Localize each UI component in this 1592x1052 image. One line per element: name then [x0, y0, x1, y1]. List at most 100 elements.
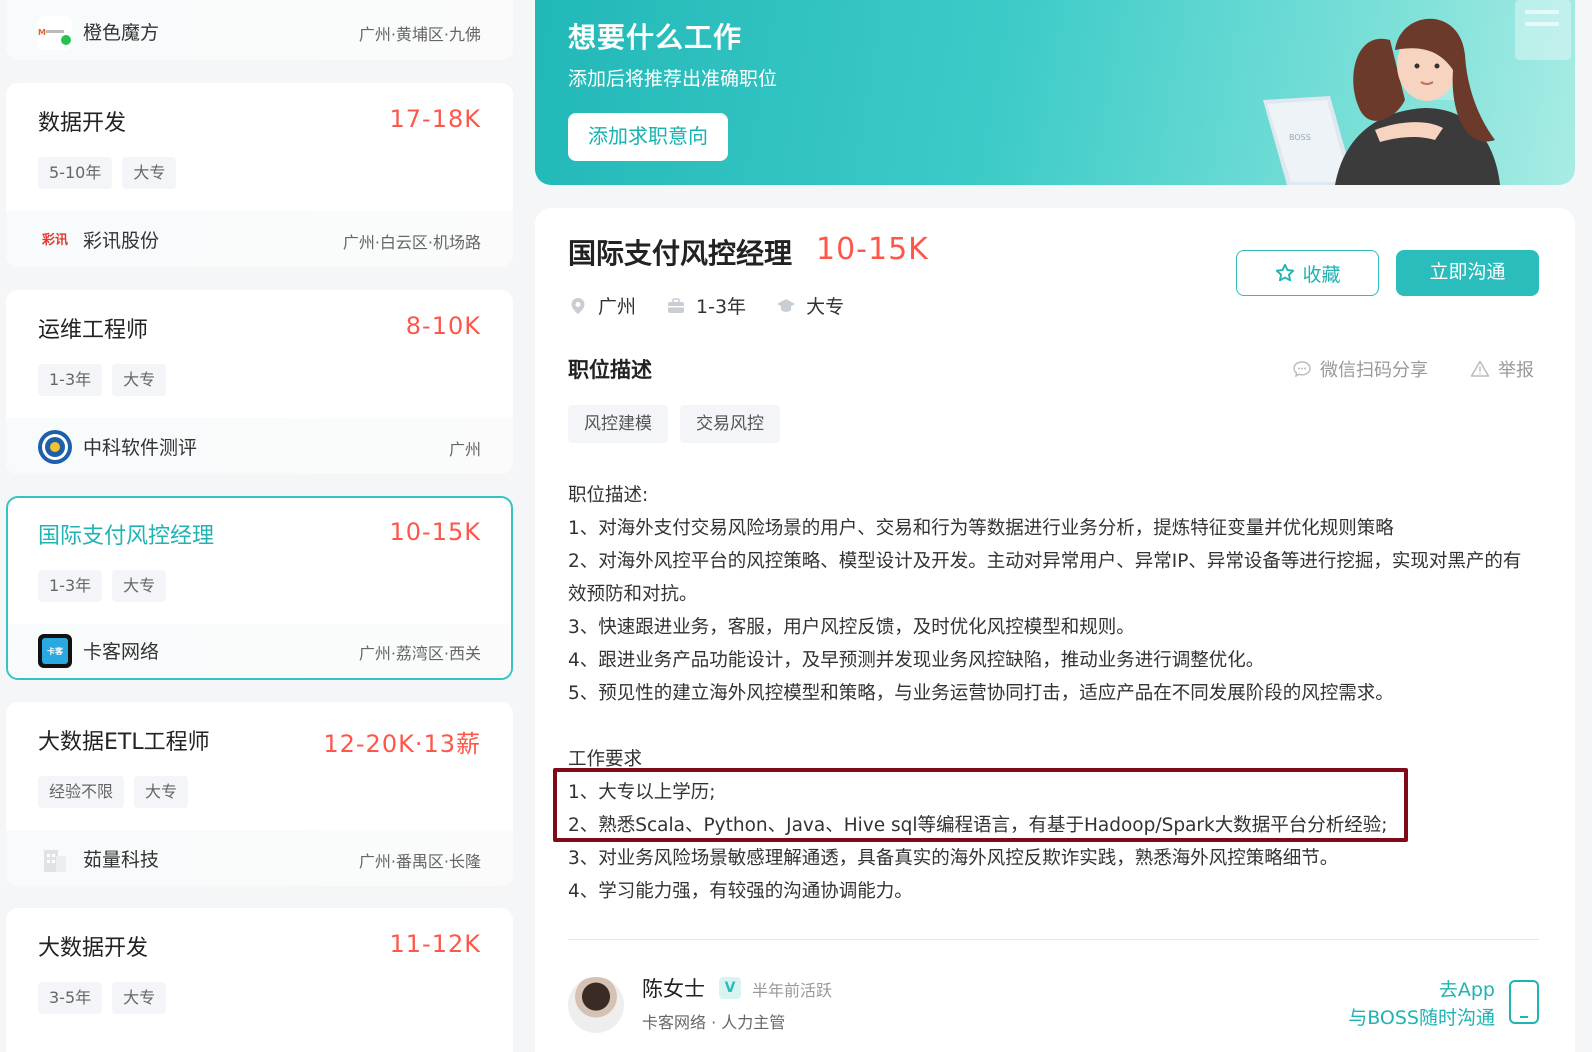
company-name[interactable]: 中科软件测评 [83, 433, 197, 460]
job-location: 广州·荔湾区·西关 [358, 644, 481, 663]
warning-icon [1470, 360, 1490, 377]
job-salary: 10-15K [389, 518, 481, 546]
job-salary: 8-10K [405, 312, 481, 340]
job-meta: 广州 1-3年 大专 [568, 292, 844, 319]
description-line: 4、跟进业务产品功能设计，及早预测并发现业务风控缺陷，推动业务进行调整优化。 [568, 650, 1265, 671]
wechat-share-link[interactable]: 微信扫码分享 [1292, 356, 1428, 382]
company-logo-text: 卡客 [42, 638, 68, 664]
meta-education-text: 大专 [806, 296, 845, 318]
description-line: 职位描述: [568, 485, 649, 506]
go-app-link[interactable]: 去App 与BOSS随时沟通 [1325, 976, 1495, 1032]
report-link[interactable]: 举报 [1470, 356, 1534, 382]
education-tag: 大专 [112, 364, 167, 396]
description-line: 3、快速跟进业务，客服，用户风控反馈，及时优化风控模型和规则。 [568, 617, 1135, 638]
svg-text:M: M [38, 28, 46, 37]
skill-tags: 风控建模 交易风控 [568, 405, 780, 443]
company-logo [38, 430, 72, 464]
experience-tag: 1-3年 [38, 364, 103, 396]
company-name[interactable]: 彩讯股份 [83, 226, 159, 253]
verified-badge-icon: V [719, 977, 741, 999]
job-title[interactable]: 国际支付风控经理 [38, 518, 214, 550]
briefcase-icon [668, 297, 685, 313]
job-card-active[interactable]: 国际支付风控经理 10-15K 1-3年 大专 卡客 卡客网络 广州·荔湾区·西… [6, 496, 513, 680]
location-pin-icon [571, 297, 585, 314]
job-card[interactable]: M 橙色魔方 广州·黄埔区·九佛 [6, 0, 513, 60]
job-location: 广州 [448, 440, 481, 459]
job-card[interactable]: 大数据ETL工程师 12-20K·13薪 经验不限 大专 茹量科技 广州·番禺区… [6, 702, 513, 886]
job-card[interactable]: 数据开发 17-18K 5-10年 大专 彩讯 彩讯股份 广州·白云区·机场路 [6, 83, 513, 267]
woman-at-laptop-illustration: BOSS [1263, 0, 1571, 185]
skill-tag[interactable]: 交易风控 [680, 405, 780, 443]
job-salary: 11-12K [389, 930, 481, 958]
company-name[interactable]: 茹量科技 [83, 845, 159, 872]
go-app-line1: 去App [1438, 979, 1495, 1001]
favorite-label: 收藏 [1302, 264, 1341, 286]
description-line: 1、对海外支付交易风险场景的用户、交易和行为等数据进行业务分析，提炼特征变量并优… [568, 518, 1394, 539]
description-line: 工作要求 [568, 749, 643, 770]
description-line: 3、对业务风险场景敏感理解通透，具备真实的海外风控反欺诈实践，熟悉海外风控策略细… [568, 848, 1339, 869]
job-description-text: 职位描述: 1、对海外支付交易风险场景的用户、交易和行为等数据进行业务分析，提炼… [568, 479, 1548, 908]
description-line: 5、预见性的建立海外风控模型和策略，与业务运营协同打击，适应产品在不同发展阶段的… [568, 683, 1394, 704]
meta-city: 广州 [568, 292, 636, 319]
chat-now-button[interactable]: 立即沟通 [1396, 250, 1539, 296]
job-card[interactable]: 大数据开发 11-12K 3-5年 大专 [6, 908, 513, 1052]
company-name: 橙色魔方 [83, 22, 160, 44]
job-card[interactable]: 运维工程师 8-10K 1-3年 大专 中科软件测评 广州 [6, 290, 513, 474]
meta-experience: 1-3年 [666, 292, 746, 319]
recruiter-active-status: 半年前活跃 [752, 981, 833, 1000]
graduation-cap-icon [777, 298, 796, 312]
job-salary: 12-20K·13薪 [323, 730, 481, 758]
education-tag: 大专 [134, 776, 189, 808]
detail-salary: 10-15K [816, 232, 929, 267]
education-tag: 大专 [122, 157, 177, 189]
company-logo: M [38, 16, 72, 50]
job-location: 广州·黄埔区·九佛 [358, 25, 481, 44]
job-intention-banner: 想要什么工作 添加后将推荐出准确职位 添加求职意向 BOSS [535, 0, 1575, 185]
job-title[interactable]: 大数据开发 [38, 930, 148, 962]
meta-education: 大专 [776, 292, 844, 319]
job-description-heading: 职位描述 [568, 358, 652, 382]
chat-bubble-icon [1293, 361, 1311, 378]
description-line: 4、学习能力强，有较强的沟通协调能力。 [568, 881, 913, 902]
company-logo-text: 彩讯 [41, 232, 68, 248]
company-logo: 卡客 [38, 634, 72, 668]
phone-icon[interactable] [1509, 980, 1539, 1024]
job-title[interactable]: 运维工程师 [38, 312, 148, 344]
job-list: M 橙色魔方 广州·黄埔区·九佛 数据开发 17-18K 5-10年 大专 彩讯… [0, 0, 520, 1052]
skill-tag[interactable]: 风控建模 [568, 405, 668, 443]
experience-tag: 3-5年 [38, 982, 103, 1014]
job-location: 广州·番禺区·长隆 [358, 852, 481, 871]
building-icon [38, 842, 72, 876]
svg-text:BOSS: BOSS [1289, 133, 1311, 142]
description-line: 2、对海外风控平台的风控策略、模型设计及开发。主动对异常用户、异常IP、异常设备… [568, 551, 1522, 605]
share-label: 微信扫码分享 [1320, 360, 1428, 381]
description-line: 2、熟悉Scala、Python、Java、Hive sql等编程语言，有基于H… [568, 815, 1388, 836]
job-title[interactable]: 大数据ETL工程师 [38, 724, 210, 756]
recruiter-name: 陈女士 [642, 977, 705, 1001]
company-name[interactable]: 卡客网络 [83, 637, 159, 664]
education-tag: 大专 [112, 570, 167, 602]
star-icon [1276, 263, 1295, 282]
job-location: 广州·白云区·机场路 [342, 233, 481, 252]
recruiter-company-role: 卡客网络 · 人力主管 [642, 1013, 786, 1032]
job-title[interactable]: 数据开发 [38, 105, 126, 137]
meta-city-text: 广州 [598, 296, 637, 318]
experience-tag: 经验不限 [38, 776, 125, 808]
report-label: 举报 [1498, 360, 1534, 381]
meta-experience-text: 1-3年 [696, 296, 747, 318]
job-salary: 17-18K [389, 105, 481, 133]
job-detail-panel: 国际支付风控经理 10-15K 广州 1-3年 大专 收藏 立即沟通 职位描述 … [535, 208, 1575, 1052]
banner-subtitle: 添加后将推荐出准确职位 [568, 68, 778, 90]
banner-title: 想要什么工作 [568, 21, 743, 54]
divider [568, 939, 1539, 940]
education-tag: 大专 [112, 982, 167, 1014]
favorite-button[interactable]: 收藏 [1236, 250, 1379, 296]
go-app-line2: 与BOSS随时沟通 [1348, 1007, 1495, 1029]
experience-tag: 5-10年 [38, 157, 113, 189]
experience-tag: 1-3年 [38, 570, 103, 602]
detail-job-title: 国际支付风控经理 [568, 237, 793, 270]
company-logo: 彩讯 [38, 223, 72, 257]
description-line [568, 710, 1548, 743]
add-intention-button[interactable]: 添加求职意向 [568, 113, 728, 161]
recruiter-avatar[interactable] [568, 977, 624, 1033]
